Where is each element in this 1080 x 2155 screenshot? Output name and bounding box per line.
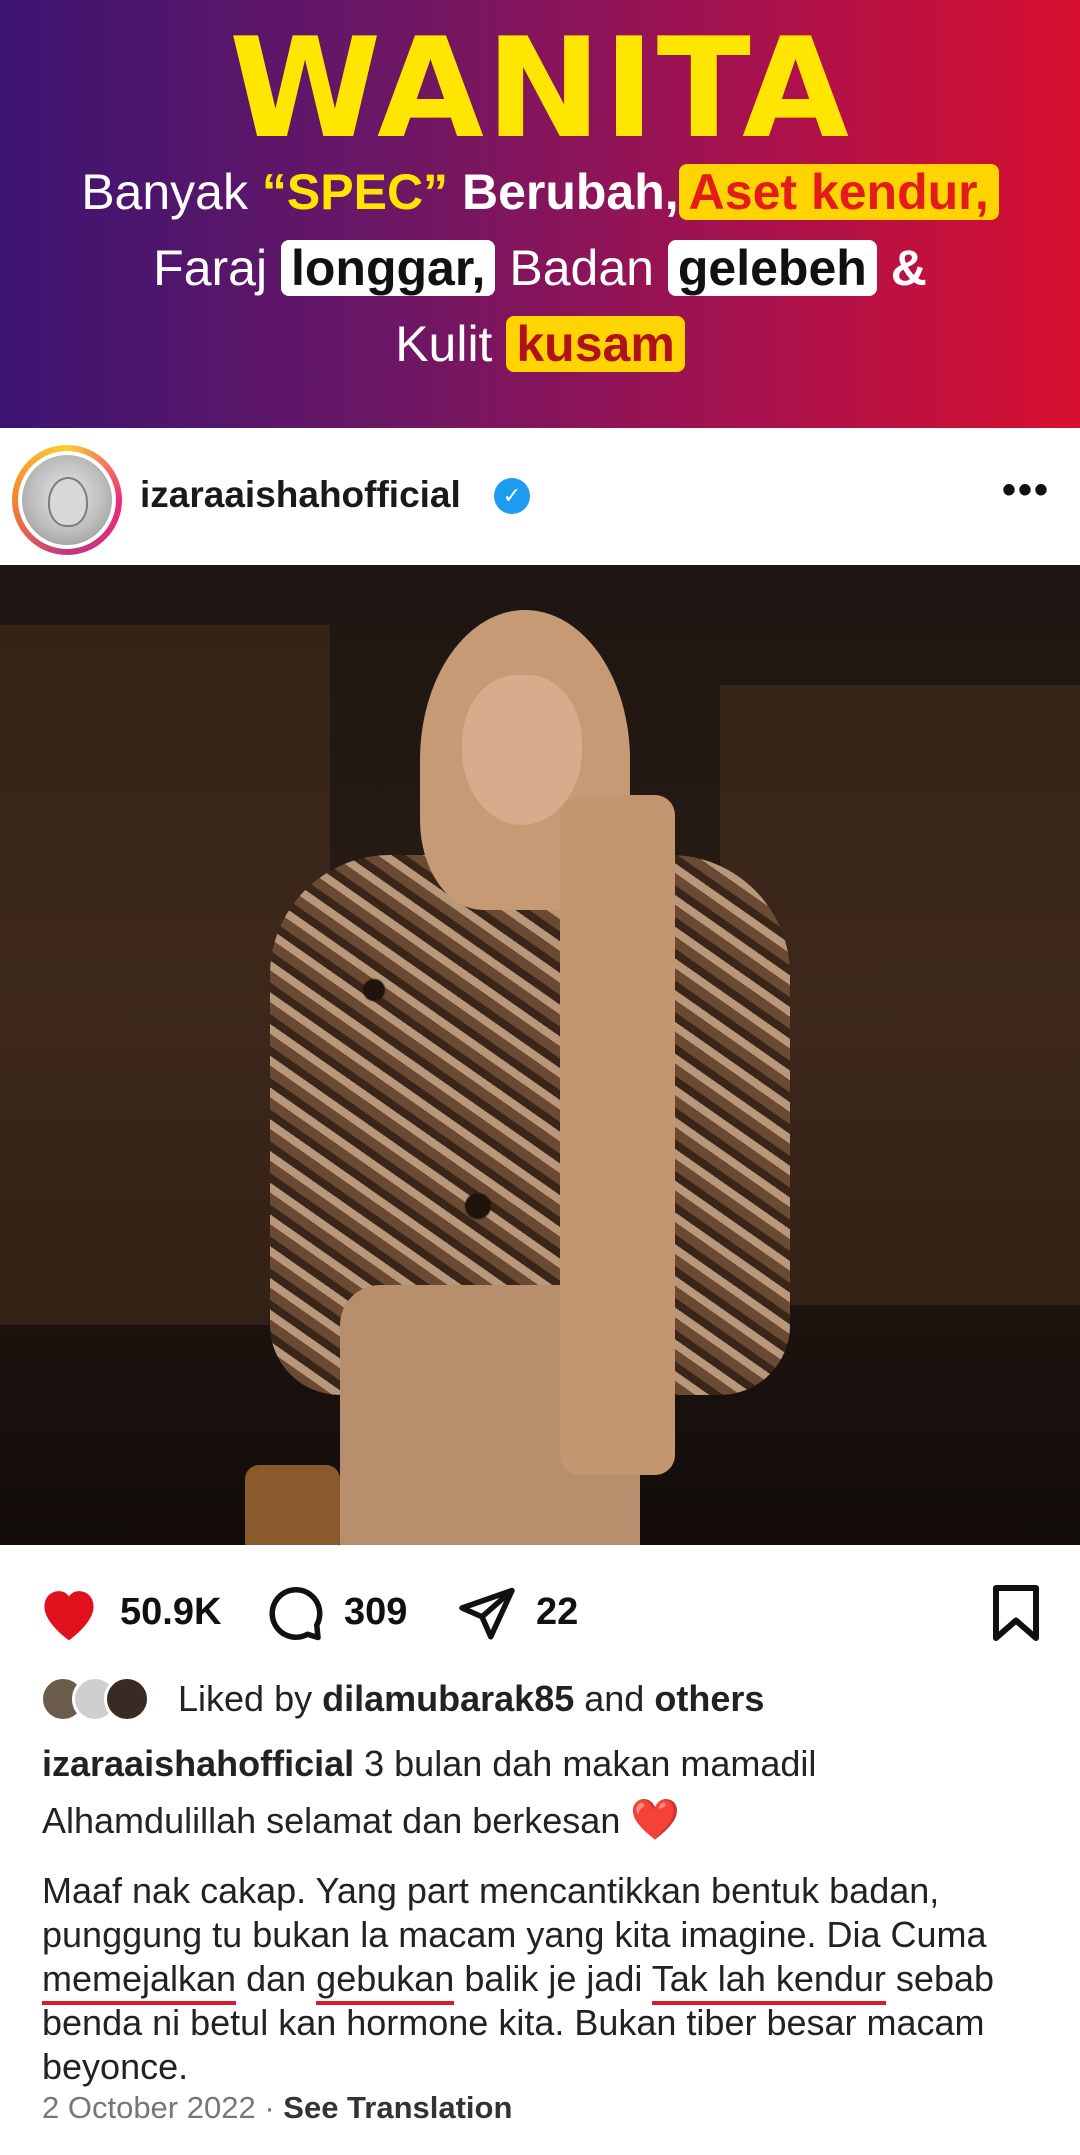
liked-by-text: Liked by dilamubarak85 and others — [178, 1678, 764, 1720]
banner-title: WANITA — [229, 8, 851, 169]
share-action[interactable]: 22 — [456, 1583, 616, 1643]
caption-text: Maaf nak cakap. Yang part mencantikkan b… — [42, 1870, 987, 1955]
underlined-text: memejalkan — [42, 1958, 237, 2005]
post-caption: izaraaishahofficial 3 bulan dah makan ma… — [42, 1735, 1042, 2089]
avatar-image — [18, 451, 116, 549]
underlined-text: Tak lah kendur — [651, 1958, 886, 2005]
post-header: izaraaishahofficial ✓ ••• — [0, 428, 1080, 563]
verified-badge-icon: ✓ — [494, 478, 530, 514]
see-translation-link[interactable]: See Translation — [283, 2090, 512, 2125]
caption-first-line: izaraaishahofficial 3 bulan dah makan ma… — [42, 1735, 1042, 1792]
caption-second-line: Alhamdulillah selamat dan berkesan ❤️ — [42, 1792, 1042, 1849]
underlined-text: gebukan — [316, 1958, 455, 2005]
caption-username[interactable]: izaraaishahofficial — [42, 1743, 354, 1784]
post-photo[interactable] — [0, 565, 1080, 1545]
banner-line-3: Kulit kusam — [0, 310, 1080, 378]
post-username[interactable]: izaraaishahofficial — [140, 474, 461, 516]
photo-subject-scarf — [560, 795, 675, 1475]
banner-line-2: Faraj longgar, Badan gelebeh & — [0, 234, 1080, 302]
liked-by-others[interactable]: others — [654, 1678, 764, 1719]
banner-line-1: Banyak “SPEC” Berubah, Aset kendur, — [0, 158, 1080, 226]
banner-text: Faraj — [153, 240, 268, 296]
caption-text: Alhamdulillah selamat dan berkesan — [42, 1800, 621, 1841]
send-icon[interactable] — [456, 1583, 518, 1643]
comment-count: 309 — [344, 1591, 408, 1633]
banner-text: Berubah, — [461, 164, 679, 220]
banner-pill: gelebeh — [667, 240, 877, 296]
banner-pill: longgar, — [280, 240, 496, 296]
like-action[interactable]: 50.9K — [36, 1583, 226, 1643]
avatar-face — [48, 477, 88, 527]
caption-text: balik je jadi — [454, 1958, 652, 1999]
like-count: 50.9K — [120, 1591, 222, 1633]
banner-text: Badan — [509, 240, 654, 296]
banner-text: Kulit — [395, 316, 493, 372]
share-count: 22 — [536, 1591, 579, 1633]
banner-text: Banyak — [81, 164, 248, 220]
photo-subject-bag — [245, 1465, 340, 1545]
heart-emoji-icon: ❤️ — [630, 1798, 681, 1842]
more-options-icon[interactable]: ••• — [1002, 468, 1050, 513]
liked-by-row[interactable]: Liked by dilamubarak85 and others — [40, 1672, 1040, 1728]
banner-pill: Aset kendur, — [678, 164, 999, 220]
comment-action[interactable]: 309 — [264, 1583, 444, 1643]
comment-icon[interactable] — [264, 1583, 326, 1643]
caption-text: dan — [236, 1958, 317, 1999]
caption-text: 3 bulan dah makan mamadil — [364, 1743, 817, 1784]
promo-banner: WANITA Banyak “SPEC” Berubah, Aset kendur… — [0, 0, 1080, 428]
liked-by-prefix: Liked by — [178, 1678, 313, 1719]
liker-avatar — [104, 1676, 150, 1722]
heart-icon[interactable] — [36, 1583, 102, 1643]
banner-highlight: “SPEC” — [261, 164, 449, 220]
liked-by-user[interactable]: dilamubarak85 — [322, 1678, 574, 1719]
bookmark-icon[interactable] — [990, 1583, 1042, 1643]
avatar[interactable] — [12, 445, 122, 555]
banner-text: & — [890, 240, 927, 296]
post-actions: 50.9K 309 22 — [0, 1545, 1080, 1675]
caption-paragraph: Maaf nak cakap. Yang part mencantikkan b… — [42, 1869, 1042, 2089]
post-footer: 2 October 2022 · See Translation — [42, 2090, 512, 2126]
footer-separator: · — [264, 2090, 275, 2125]
banner-pill: kusam — [506, 316, 685, 372]
liked-by-and: and — [584, 1678, 645, 1719]
post-date: 2 October 2022 — [42, 2090, 256, 2125]
